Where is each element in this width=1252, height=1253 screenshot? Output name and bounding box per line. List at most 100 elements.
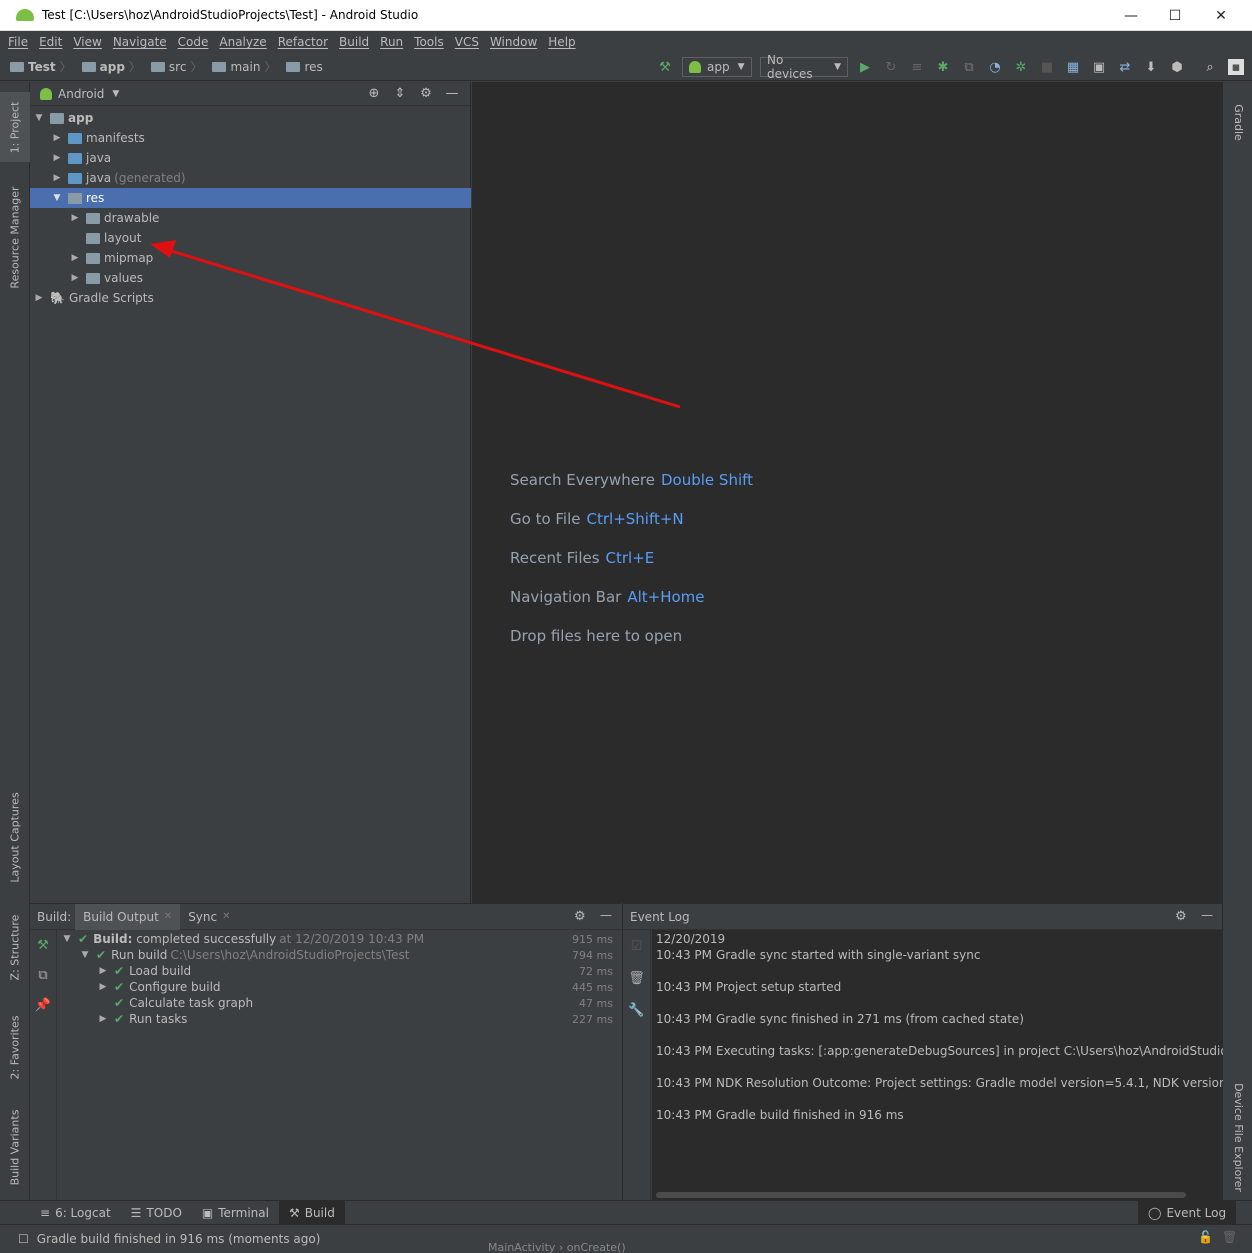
hammer-icon[interactable]: ⚒ <box>657 59 673 75</box>
locate-icon[interactable]: ⊕ <box>366 86 382 101</box>
chevron-down-icon[interactable]: ▼ <box>52 193 62 203</box>
build-row-run-build[interactable]: ▼ ✔ Run build C:\Users\hoz\AndroidStudio… <box>80 947 617 963</box>
tree-item-java[interactable]: ▶ java <box>30 148 471 168</box>
chevron-right-icon[interactable]: ▶ <box>52 153 62 163</box>
menu-file[interactable]: File <box>8 35 28 49</box>
chevron-right-icon[interactable]: ▶ <box>98 966 108 976</box>
tab-build-output[interactable]: Build Output ✕ <box>75 903 181 930</box>
editor-area[interactable]: Search Everywhere Double Shift Go to File… <box>472 82 1222 903</box>
menu-analyze[interactable]: Analyze <box>219 35 266 49</box>
toggle-view-icon[interactable]: ⧉ <box>30 960 56 990</box>
tree-item-res[interactable]: ▼ res <box>30 188 471 208</box>
menu-run[interactable]: Run <box>380 35 403 49</box>
trash-icon[interactable]: 🗑 <box>1222 1230 1237 1244</box>
menu-refactor[interactable]: Refactor <box>278 35 328 49</box>
avd-manager-icon[interactable]: ▣ <box>1091 59 1107 75</box>
chevron-right-icon[interactable]: ▶ <box>70 273 80 283</box>
coverage-icon[interactable]: ✲ <box>1013 59 1029 75</box>
close-icon[interactable]: ✕ <box>164 911 172 922</box>
profile-icon[interactable]: ◔ <box>987 59 1003 75</box>
tree-item-layout[interactable]: layout <box>30 228 471 248</box>
apply-changes-icon[interactable]: ↻ <box>883 59 899 75</box>
tree-item-drawable[interactable]: ▶ drawable <box>30 208 471 228</box>
menu-navigate[interactable]: Navigate <box>113 35 167 49</box>
chevron-right-icon[interactable]: ▶ <box>52 173 62 183</box>
status-code-crumb[interactable]: MainActivity › onCreate() <box>488 1241 626 1253</box>
chevron-right-icon[interactable]: ▶ <box>98 1014 108 1024</box>
build-row-root[interactable]: ▼ ✔ Build: completed successfully at 12/… <box>62 931 617 947</box>
tab-layout-captures[interactable]: Layout Captures <box>0 782 30 892</box>
menu-window[interactable]: Window <box>490 35 537 49</box>
build-row-configure-build[interactable]: ▶ ✔ Configure build 445 ms <box>98 979 617 995</box>
tab-build-variants[interactable]: Build Variants <box>0 1102 30 1192</box>
chevron-down-icon[interactable]: ▼ <box>80 950 90 960</box>
menu-view[interactable]: View <box>73 35 101 49</box>
chevron-down-icon[interactable]: ▼ <box>34 113 44 123</box>
breadcrumb-test[interactable]: Test <box>28 60 56 74</box>
menu-tools[interactable]: Tools <box>414 35 444 49</box>
tree-item-gradle-scripts[interactable]: ▶ 🐘 Gradle Scripts <box>30 288 471 308</box>
tree-item-values[interactable]: ▶ values <box>30 268 471 288</box>
hide-icon[interactable]: — <box>444 86 460 101</box>
build-row-load-build[interactable]: ▶ ✔ Load build 72 ms <box>98 963 617 979</box>
sdk-manager-icon[interactable]: ⬇ <box>1143 59 1159 75</box>
gear-icon[interactable]: ⚙ <box>1175 909 1187 924</box>
project-structure-icon[interactable]: ▦ <box>1065 59 1081 75</box>
sync-gradle-icon[interactable]: ⇄ <box>1117 59 1133 75</box>
maximize-button[interactable]: ☐ <box>1152 0 1198 31</box>
tree-item-app[interactable]: ▼ app <box>30 108 471 128</box>
stop-icon[interactable]: ■ <box>1039 59 1055 75</box>
mark-read-icon[interactable]: ☑ <box>623 930 650 962</box>
hide-icon[interactable]: — <box>1201 908 1213 922</box>
breadcrumb-res[interactable]: res <box>304 60 322 74</box>
close-button[interactable]: ✕ <box>1198 0 1244 31</box>
tab-logcat[interactable]: ≡ 6: Logcat <box>30 1201 121 1225</box>
chevron-right-icon[interactable]: ▶ <box>52 133 62 143</box>
menu-edit[interactable]: Edit <box>39 35 62 49</box>
chevron-down-icon[interactable]: ▼ <box>112 89 119 99</box>
lock-icon[interactable]: 🔓 <box>1198 1230 1213 1244</box>
chevron-right-icon[interactable]: ▶ <box>34 293 44 303</box>
tab-sync[interactable]: Sync ✕ <box>180 904 238 930</box>
chevron-right-icon[interactable]: ▶ <box>70 213 80 223</box>
tab-project[interactable]: 1: Project <box>0 92 30 162</box>
minimize-button[interactable]: — <box>1108 0 1154 31</box>
hammer-icon[interactable]: ⚒ <box>30 930 56 960</box>
status-square-icon[interactable]: ☐ <box>18 1232 29 1246</box>
tab-terminal[interactable]: ▣ Terminal <box>192 1201 279 1225</box>
tab-gradle[interactable]: Gradle <box>1223 92 1252 152</box>
project-view-select[interactable]: Android <box>58 87 104 101</box>
avatar[interactable]: ▪ <box>1228 59 1244 75</box>
tab-todo[interactable]: ☰ TODO <box>121 1201 192 1225</box>
breadcrumb-app[interactable]: app <box>100 60 125 74</box>
chevron-down-icon[interactable]: ▼ <box>62 934 72 944</box>
run-icon[interactable]: ▶ <box>857 59 873 75</box>
tab-device-file-explorer[interactable]: Device File Explorer <box>1223 1082 1252 1192</box>
tree-item-mipmap[interactable]: ▶ mipmap <box>30 248 471 268</box>
chevron-right-icon[interactable]: ▶ <box>98 982 108 992</box>
close-icon[interactable]: ✕ <box>222 911 230 922</box>
hide-icon[interactable]: — <box>600 908 612 922</box>
attach-debugger-icon[interactable]: ⧉ <box>961 59 977 75</box>
tree-item-manifests[interactable]: ▶ manifests <box>30 128 471 148</box>
build-row-run-tasks[interactable]: ▶ ✔ Run tasks 227 ms <box>98 1011 617 1027</box>
chevron-right-icon[interactable]: ▶ <box>70 253 80 263</box>
event-log-content[interactable]: 12/20/2019 10:43 PM Gradle sync started w… <box>652 930 1223 1201</box>
tab-build[interactable]: ⚒ Build <box>278 1200 345 1225</box>
debug-icon[interactable]: ✱ <box>935 59 951 75</box>
pin-icon[interactable]: 📌 <box>30 990 56 1020</box>
tree-item-java-generated[interactable]: ▶ java (generated) <box>30 168 471 188</box>
run-config-select[interactable]: app ▼ <box>682 57 752 77</box>
apply-code-changes-icon[interactable]: ≡ <box>909 59 925 75</box>
device-select[interactable]: No devices ▼ <box>760 53 848 81</box>
breadcrumb-src[interactable]: src <box>169 60 187 74</box>
layout-inspector-icon[interactable]: ⬢ <box>1169 59 1185 75</box>
tab-event-log[interactable]: ◯ Event Log <box>1138 1200 1237 1225</box>
gear-icon[interactable]: ⚙ <box>574 909 586 924</box>
menu-vcs[interactable]: VCS <box>455 35 479 49</box>
trash-icon[interactable]: 🗑 <box>623 962 650 994</box>
wrench-icon[interactable]: 🔧 <box>623 994 650 1026</box>
collapse-all-icon[interactable]: ⇕ <box>392 86 408 101</box>
tab-favorites[interactable]: 2: Favorites <box>0 1002 30 1092</box>
tab-resource-manager[interactable]: Resource Manager <box>0 182 30 292</box>
